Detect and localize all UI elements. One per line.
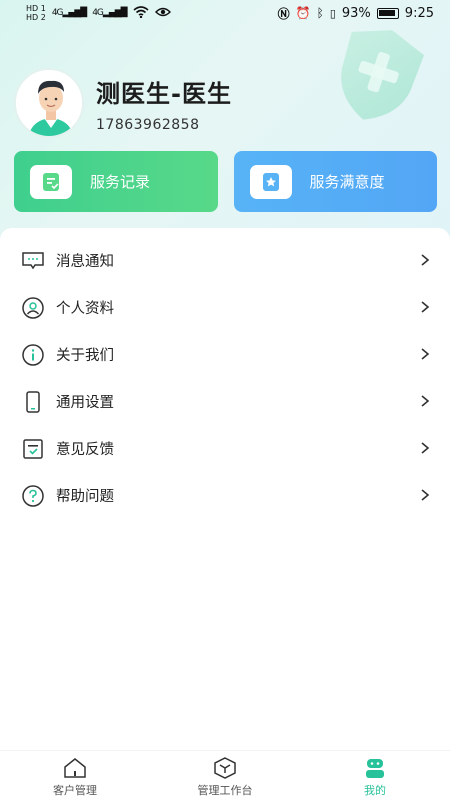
phone-icon xyxy=(21,390,45,414)
bluetooth-icon: ᛒ xyxy=(316,6,324,20)
service-record-label: 服务记录 xyxy=(90,173,151,191)
profile-name: 测医生-医生 xyxy=(96,79,232,108)
sim2-tag: HD 2 xyxy=(26,13,46,22)
status-right: Ⓝ ⏰ ᛒ ▯ 93% 9:25 xyxy=(278,5,434,22)
eye-icon xyxy=(154,7,171,19)
menu-panel: 消息通知 个人资料 关于我们 通用设置 意见反馈 帮助问题 xyxy=(0,228,450,750)
chevron-right-icon xyxy=(421,395,430,407)
menu-item-messages[interactable]: 消息通知 xyxy=(0,237,450,284)
sim-tags: HD 1 HD 2 xyxy=(26,4,46,22)
chevron-right-icon xyxy=(421,254,430,266)
profile-phone: 17863962858 xyxy=(96,116,200,133)
menu-item-help[interactable]: 帮助问题 xyxy=(0,472,450,519)
signal-icon-2: 4G▂▄▆█ xyxy=(92,8,127,18)
menu-label-about: 关于我们 xyxy=(56,348,114,364)
tab-customer-management[interactable]: 客户管理 xyxy=(0,751,150,800)
menu-item-about[interactable]: 关于我们 xyxy=(0,331,450,378)
chevron-right-icon xyxy=(421,442,430,454)
chevron-right-icon xyxy=(421,301,430,313)
feedback-icon xyxy=(21,437,45,461)
star-card-icon xyxy=(249,164,292,199)
menu-label-feedback: 意见反馈 xyxy=(56,442,114,458)
help-icon xyxy=(21,484,45,508)
service-record-card[interactable]: 服务记录 xyxy=(14,151,218,212)
tab-mine[interactable]: 我的 xyxy=(300,751,450,800)
home-icon xyxy=(64,758,86,778)
vibrate-icon: ▯ xyxy=(329,6,336,20)
clock: 9:25 xyxy=(404,5,434,21)
profile-text: 测医生-医生 17863962858 xyxy=(96,74,232,133)
avatar[interactable] xyxy=(14,68,84,138)
record-icon xyxy=(30,164,72,199)
shield-decoration-icon xyxy=(341,30,425,120)
robot-icon xyxy=(366,759,384,778)
service-satisfaction-card[interactable]: 服务满意度 xyxy=(233,151,437,212)
signal-icon-1: 4G▂▄▆█ xyxy=(51,8,87,18)
tab-label-mine: 我的 xyxy=(364,784,386,797)
box-icon xyxy=(214,757,236,779)
alarm-icon: ⏰ xyxy=(295,6,311,20)
chevron-right-icon xyxy=(421,348,430,360)
sim1-tag: HD 1 xyxy=(26,4,46,13)
menu-item-feedback[interactable]: 意见反馈 xyxy=(0,425,450,472)
tab-label-customer-management: 客户管理 xyxy=(53,784,97,797)
service-satisfaction-label: 服务满意度 xyxy=(309,173,385,191)
person-icon xyxy=(21,296,45,320)
doctor-avatar-icon xyxy=(16,70,82,136)
bottom-tabbar: 客户管理 管理工作台 我的 xyxy=(0,750,450,800)
battery-percent: 93% xyxy=(341,5,371,21)
menu-label-profile: 个人资料 xyxy=(56,301,114,317)
wifi-icon xyxy=(133,5,149,21)
nfc-icon: Ⓝ xyxy=(277,6,290,21)
profile-section[interactable]: 测医生-医生 17863962858 xyxy=(14,68,232,138)
menu-item-settings[interactable]: 通用设置 xyxy=(0,378,450,425)
menu-item-profile[interactable]: 个人资料 xyxy=(0,284,450,331)
tab-label-workbench: 管理工作台 xyxy=(197,784,253,797)
chevron-right-icon xyxy=(421,489,430,501)
status-left: HD 1 HD 2 4G▂▄▆█ 4G▂▄▆█ xyxy=(26,4,171,22)
menu-label-help: 帮助问题 xyxy=(56,489,114,505)
menu-label-settings: 通用设置 xyxy=(56,395,114,411)
tab-workbench[interactable]: 管理工作台 xyxy=(150,751,300,800)
battery-icon xyxy=(376,7,399,19)
menu-label-messages: 消息通知 xyxy=(56,254,114,270)
message-icon xyxy=(21,249,45,273)
info-icon xyxy=(21,343,45,367)
quick-cards: 服务记录 服务满意度 xyxy=(14,151,437,212)
